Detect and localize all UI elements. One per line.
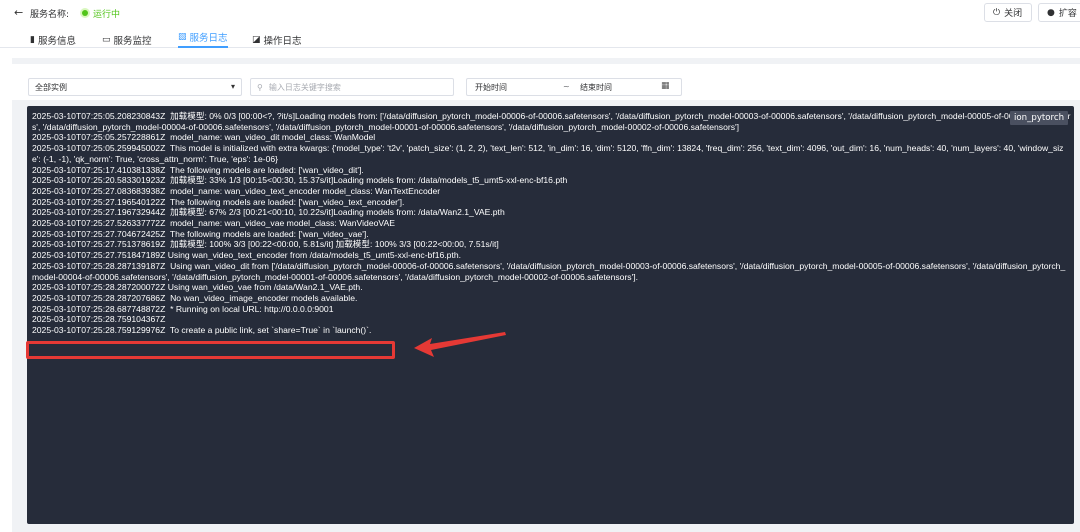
date-range-picker[interactable]: 开始时间 ~ 结束时间 ▦ <box>466 78 682 96</box>
top-bar: ← 服务名称: 运行中 ⏻ 关闭 ● 扩容 <box>0 0 1080 26</box>
log-line: 2025-03-10T07:25:05.208230843Z 加载模型: 0% … <box>32 111 1071 132</box>
log-line: 2025-03-10T07:25:27.196732944Z 加载模型: 67%… <box>32 207 505 218</box>
service-name-label: 服务名称: <box>30 10 70 20</box>
tab-label: 操作日志 <box>263 35 302 47</box>
highlight-box <box>26 341 395 359</box>
tab-operation-logs[interactable]: ◪ 操作日志 <box>252 31 302 48</box>
expand-button[interactable]: ● 扩容 <box>1038 3 1080 22</box>
log-line: 2025-03-10T07:25:27.751378619Z 加载模型: 100… <box>32 239 499 250</box>
status-text: 运行中 <box>93 10 121 20</box>
range-separator: ~ <box>563 82 570 91</box>
plus-circle-icon: ● <box>1047 7 1055 18</box>
start-time-field[interactable]: 开始时间 <box>475 82 507 93</box>
overflow-tag: ion_pytorch <box>1010 111 1069 125</box>
info-icon: ▮ <box>30 34 35 45</box>
tab-service-info[interactable]: ▮ 服务信息 <box>30 31 76 48</box>
tab-service-monitor[interactable]: ▭ 服务监控 <box>102 31 152 48</box>
log-search-input[interactable] <box>268 82 439 92</box>
expand-button-label: 扩容 <box>1058 9 1077 19</box>
log-line: 2025-03-10T07:25:27.704672425Z The follo… <box>32 228 369 239</box>
log-line: 2025-03-10T07:25:05.259945002Z This mode… <box>32 143 1064 164</box>
log-line-highlighted: 2025-03-10T07:25:28.687748872Z * Running… <box>32 303 334 314</box>
tab-bar: ▮ 服务信息 ▭ 服务监控 ▧ 服务日志 ◪ 操作日志 <box>0 28 1080 48</box>
log-line: 2025-03-10T07:25:28.287207686Z No wan_vi… <box>32 292 358 303</box>
log-line: 2025-03-10T07:25:27.196540122Z The follo… <box>32 196 405 207</box>
instance-select[interactable]: 全部实例 ▾ <box>28 78 242 96</box>
power-icon: ⏻ <box>993 7 1001 18</box>
instance-select-value: 全部实例 <box>35 82 67 92</box>
log-line: 2025-03-10T07:25:28.759104367Z <box>32 314 166 325</box>
close-button-label: 关闭 <box>1004 9 1023 19</box>
back-arrow-icon[interactable]: ← <box>14 6 23 19</box>
end-time-field[interactable]: 结束时间 <box>580 82 612 93</box>
monitor-icon: ▭ <box>102 34 111 45</box>
log-line: 2025-03-10T07:25:05.257228861Z model_nam… <box>32 132 376 143</box>
tab-service-logs[interactable]: ▧ 服务日志 <box>178 31 228 48</box>
log-line: 2025-03-10T07:25:17.410381338Z The follo… <box>32 164 364 175</box>
close-button[interactable]: ⏻ 关闭 <box>984 3 1032 22</box>
log-line: 2025-03-10T07:25:27.083683938Z model_nam… <box>32 185 441 196</box>
search-icon: ⚲ <box>257 82 263 92</box>
calendar-icon: ▦ <box>661 81 670 91</box>
status-dot-icon <box>82 10 88 16</box>
log-line: 2025-03-10T07:25:28.287139187Z Using wan… <box>32 260 1066 282</box>
annotation-arrow-icon <box>414 332 506 357</box>
log-line: 2025-03-10T07:25:27.526337772Z model_nam… <box>32 218 395 229</box>
log-line: 2025-03-10T07:25:20.583301923Z 加载模型: 33%… <box>32 175 568 186</box>
operation-icon: ◪ <box>252 34 261 45</box>
log-lines: 2025-03-10T07:25:05.208230843Z 加载模型: 0% … <box>32 111 1072 336</box>
log-line: 2025-03-10T07:25:28.759129976Z To create… <box>32 325 372 336</box>
log-search-box[interactable]: ⚲ <box>250 78 454 96</box>
log-line: 2025-03-10T07:25:28.287200072Z Using wan… <box>32 282 363 293</box>
tab-label: 服务监控 <box>113 35 152 47</box>
tab-label: 服务信息 <box>37 35 76 47</box>
log-line: 2025-03-10T07:25:27.751847189Z Using wan… <box>32 250 462 261</box>
log-icon: ▧ <box>178 32 187 42</box>
chevron-down-icon: ▾ <box>230 82 235 91</box>
tab-label: 服务日志 <box>189 33 228 44</box>
